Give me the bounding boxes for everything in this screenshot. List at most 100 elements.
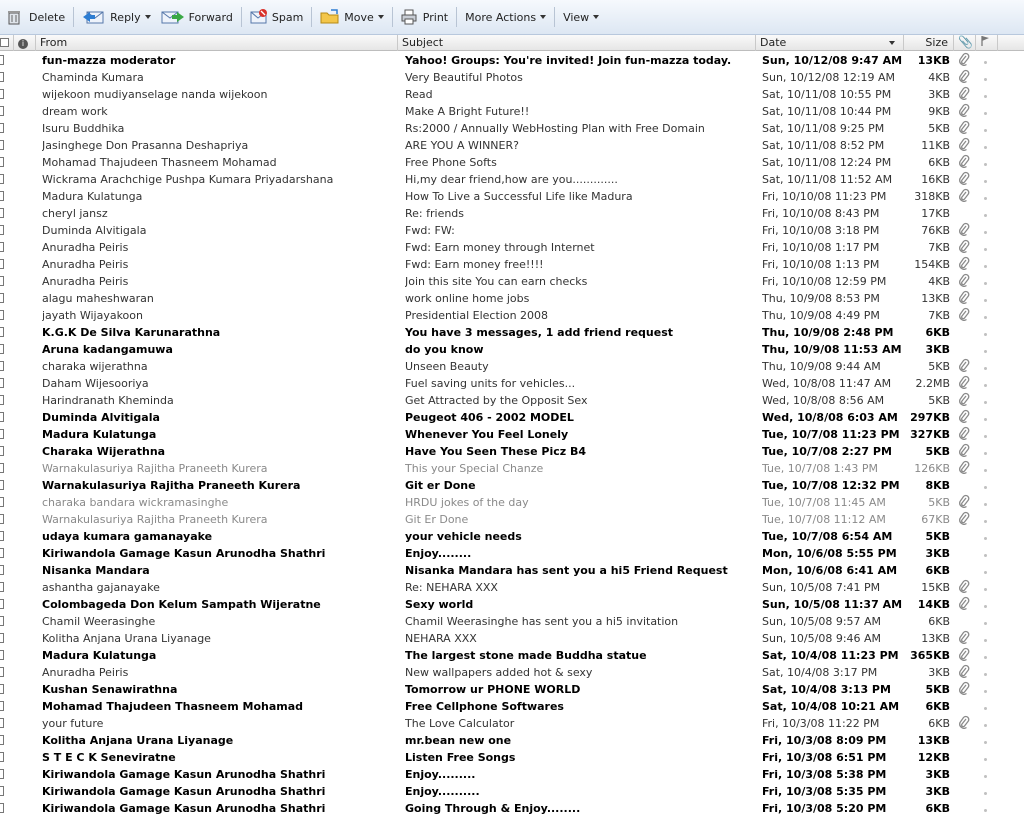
message-checkbox[interactable] (0, 494, 6, 511)
message-row[interactable]: Kolitha Anjana Urana Liyanage mr.bean new… (0, 732, 1024, 749)
flag-column-header[interactable] (976, 35, 998, 51)
message-sender[interactable]: Anuradha Peiris (42, 256, 396, 273)
message-sender[interactable]: K.G.K De Silva Karunarathna (42, 324, 396, 341)
message-subject[interactable]: HRDU jokes of the day (405, 494, 753, 511)
message-sender[interactable]: Chamil Weerasinghe (42, 613, 396, 630)
message-subject[interactable]: Fwd: Earn money free!!!! (405, 256, 753, 273)
message-sender[interactable]: Duminda Alvitigala (42, 222, 396, 239)
message-checkbox[interactable] (0, 324, 6, 341)
message-subject[interactable]: Enjoy.......... (405, 783, 753, 800)
flag-toggle[interactable] (984, 222, 992, 239)
flag-toggle[interactable] (984, 664, 992, 681)
message-sender[interactable]: Daham Wijesooriya (42, 375, 396, 392)
message-sender[interactable]: Isuru Buddhika (42, 120, 396, 137)
flag-toggle[interactable] (984, 613, 992, 630)
flag-toggle[interactable] (984, 137, 992, 154)
message-row[interactable]: ashantha gajanayake Re: NEHARA XXX Sun, 10… (0, 579, 1024, 596)
message-checkbox[interactable] (0, 681, 6, 698)
message-row[interactable]: jayath Wijayakoon Presidential Election 2… (0, 307, 1024, 324)
message-row[interactable]: Madura Kulatunga Whenever You Feel Lonely… (0, 426, 1024, 443)
chevron-down-icon[interactable] (144, 15, 151, 19)
message-checkbox[interactable] (0, 256, 6, 273)
message-sender[interactable]: alagu maheshwaran (42, 290, 396, 307)
message-row[interactable]: charaka wijerathna Unseen Beauty Thu, 10/9… (0, 358, 1024, 375)
from-column-header[interactable]: From (36, 35, 398, 51)
message-sender[interactable]: wijekoon mudiyanselage nanda wijekoon (42, 86, 396, 103)
reply-button[interactable]: Reply (77, 5, 155, 29)
message-checkbox[interactable] (0, 392, 6, 409)
flag-toggle[interactable] (984, 341, 992, 358)
message-subject[interactable]: How To Live a Successful Life like Madur… (405, 188, 753, 205)
flag-toggle[interactable] (984, 290, 992, 307)
message-subject[interactable]: Tomorrow ur PHONE WORLD (405, 681, 753, 698)
message-row[interactable]: Duminda Alvitigala Fwd: FW: Fri, 10/10/08 … (0, 222, 1024, 239)
message-sender[interactable]: your future (42, 715, 396, 732)
message-subject[interactable]: Have You Seen These Picz B4 (405, 443, 753, 460)
message-row[interactable]: Jasinghege Don Prasanna Deshapriya ARE YO… (0, 137, 1024, 154)
flag-toggle[interactable] (984, 630, 992, 647)
message-subject[interactable]: mr.bean new one (405, 732, 753, 749)
message-checkbox[interactable] (0, 290, 6, 307)
message-row[interactable]: udaya kumara gamanayake your vehicle need… (0, 528, 1024, 545)
message-subject[interactable]: Re: friends (405, 205, 753, 222)
message-row[interactable]: K.G.K De Silva Karunarathna You have 3 me… (0, 324, 1024, 341)
message-row[interactable]: Warnakulasuriya Rajitha Praneeth Kurera G… (0, 511, 1024, 528)
message-sender[interactable]: Madura Kulatunga (42, 426, 396, 443)
message-row[interactable]: Mohamad Thajudeen Thasneem Mohamad Free P… (0, 154, 1024, 171)
message-subject[interactable]: Git er Done (405, 477, 753, 494)
flag-toggle[interactable] (984, 766, 992, 783)
message-row[interactable]: Kiriwandola Gamage Kasun Arunodha Shathr… (0, 783, 1024, 800)
message-checkbox[interactable] (0, 154, 6, 171)
flag-toggle[interactable] (984, 749, 992, 766)
message-row[interactable]: Madura Kulatunga How To Live a Successful… (0, 188, 1024, 205)
message-row[interactable]: Kiriwandola Gamage Kasun Arunodha Shathr… (0, 800, 1024, 816)
message-subject[interactable]: Git Er Done (405, 511, 753, 528)
message-checkbox[interactable] (0, 307, 6, 324)
message-subject[interactable]: This your Special Chanze (405, 460, 753, 477)
flag-toggle[interactable] (984, 86, 992, 103)
flag-toggle[interactable] (984, 188, 992, 205)
message-checkbox[interactable] (0, 613, 6, 630)
message-checkbox[interactable] (0, 477, 6, 494)
view-button[interactable]: View (558, 5, 604, 29)
message-checkbox[interactable] (0, 341, 6, 358)
flag-toggle[interactable] (984, 256, 992, 273)
message-subject[interactable]: Unseen Beauty (405, 358, 753, 375)
message-subject[interactable]: Going Through & Enjoy........ (405, 800, 753, 816)
message-subject[interactable]: Free Cellphone Softwares (405, 698, 753, 715)
message-row[interactable]: Anuradha Peiris Fwd: Earn money through I… (0, 239, 1024, 256)
message-checkbox[interactable] (0, 664, 6, 681)
forward-button[interactable]: Forward (156, 5, 238, 29)
message-row[interactable]: Charaka Wijerathna Have You Seen These Pi… (0, 443, 1024, 460)
message-checkbox[interactable] (0, 783, 6, 800)
message-row[interactable]: Kushan Senawirathna Tomorrow ur PHONE WOR… (0, 681, 1024, 698)
message-sender[interactable]: jayath Wijayakoon (42, 307, 396, 324)
flag-toggle[interactable] (984, 681, 992, 698)
message-subject[interactable]: Re: NEHARA XXX (405, 579, 753, 596)
message-subject[interactable]: New wallpapers added hot & sexy (405, 664, 753, 681)
message-checkbox[interactable] (0, 358, 6, 375)
message-checkbox[interactable] (0, 409, 6, 426)
message-checkbox[interactable] (0, 443, 6, 460)
message-row[interactable]: Isuru Buddhika Rs:2000 / Annually WebHost… (0, 120, 1024, 137)
message-subject[interactable]: Enjoy........ (405, 545, 753, 562)
message-row[interactable]: Anuradha Peiris Join this site You can ea… (0, 273, 1024, 290)
flag-toggle[interactable] (984, 205, 992, 222)
message-sender[interactable]: ashantha gajanayake (42, 579, 396, 596)
flag-toggle[interactable] (984, 239, 992, 256)
message-row[interactable]: wijekoon mudiyanselage nanda wijekoon Rea… (0, 86, 1024, 103)
message-subject[interactable]: NEHARA XXX (405, 630, 753, 647)
message-checkbox[interactable] (0, 562, 6, 579)
message-row[interactable]: Anuradha Peiris Fwd: Earn money free!!!! F… (0, 256, 1024, 273)
message-checkbox[interactable] (0, 647, 6, 664)
chevron-down-icon[interactable] (377, 15, 384, 19)
message-sender[interactable]: fun-mazza moderator (42, 52, 396, 69)
flag-toggle[interactable] (984, 69, 992, 86)
more-actions-button[interactable]: More Actions (460, 5, 551, 29)
flag-toggle[interactable] (984, 358, 992, 375)
priority-column-header[interactable]: i (14, 35, 36, 51)
select-all-checkbox[interactable] (0, 35, 14, 51)
size-column-header[interactable]: Size (904, 35, 954, 51)
spam-button[interactable]: Spam (245, 5, 308, 29)
message-sender[interactable]: dream work (42, 103, 396, 120)
